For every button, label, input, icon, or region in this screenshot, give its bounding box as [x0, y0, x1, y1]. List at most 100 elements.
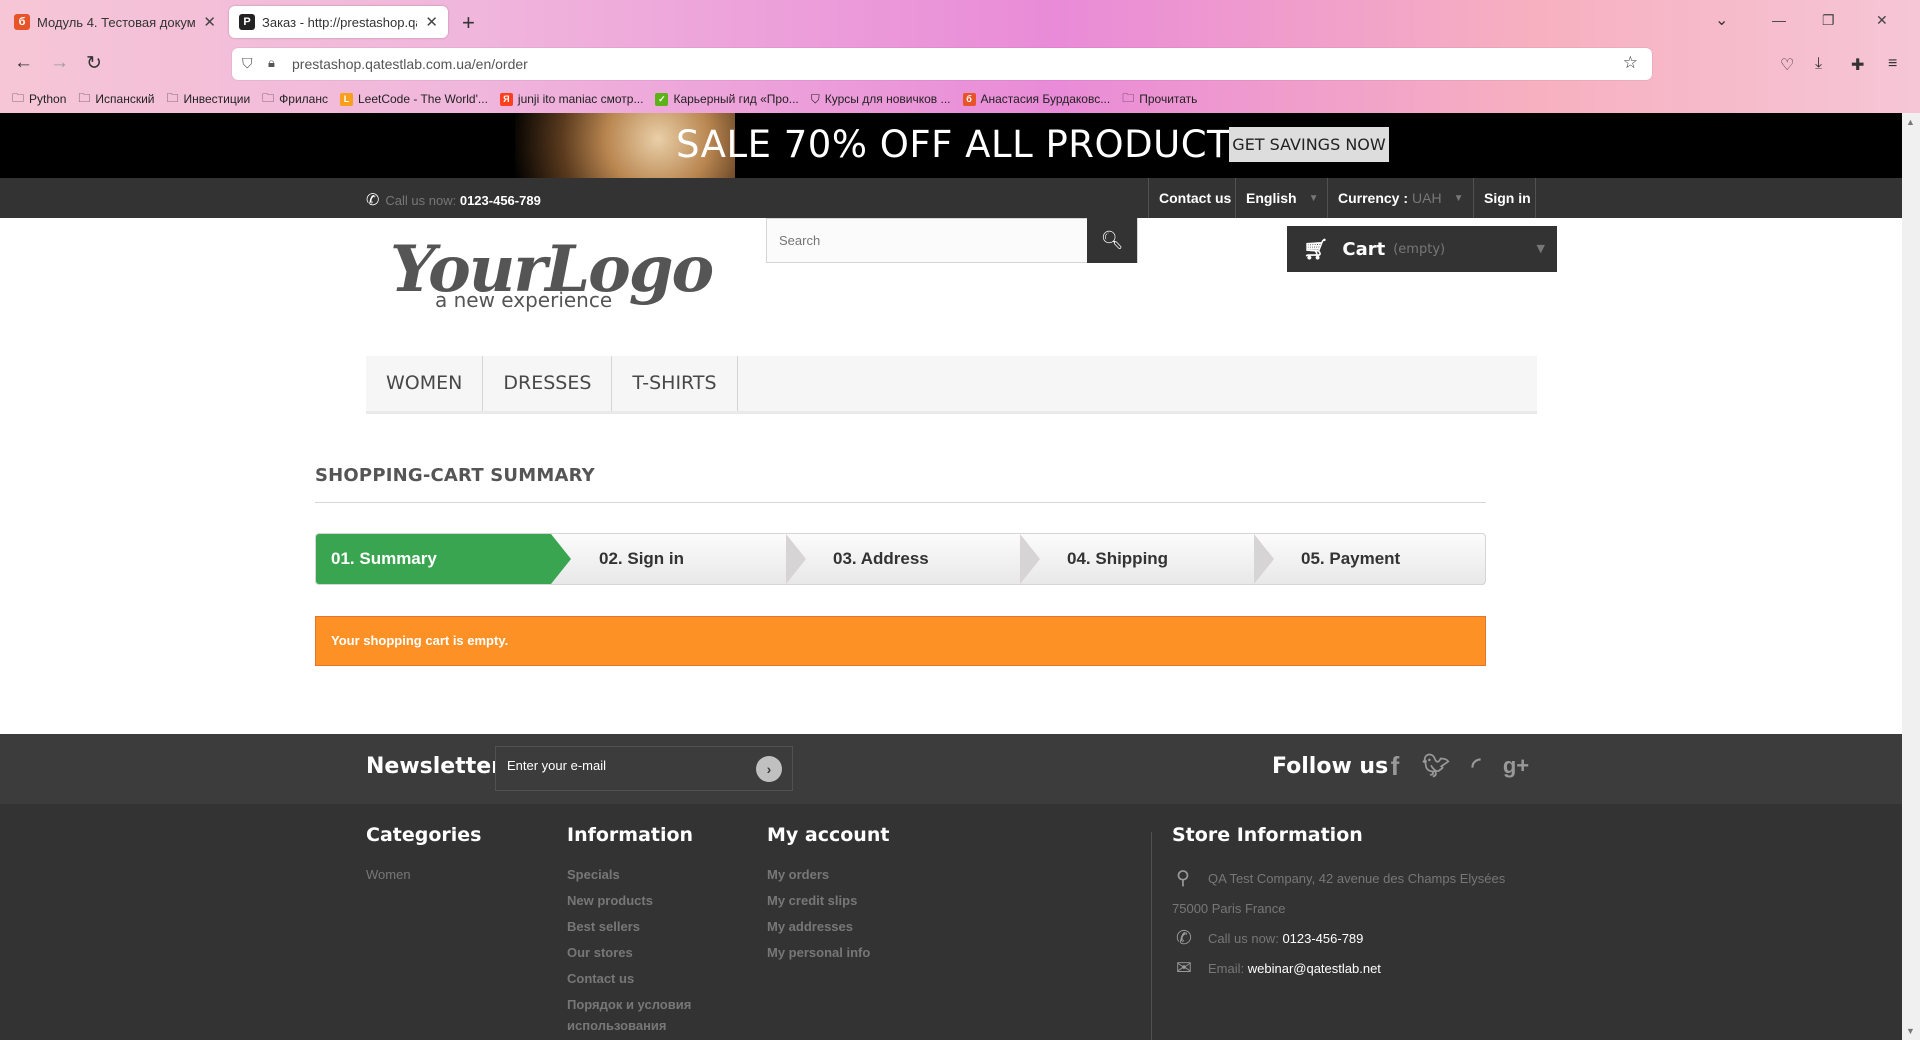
bookmarks-bar: 🗀︎ Python 🗀︎ Испанский 🗀︎ Инвестиции 🗀︎ Фрил…	[0, 86, 1920, 112]
close-icon[interactable]: ✕	[425, 13, 438, 31]
footer-link[interactable]: My credit slips	[767, 888, 889, 914]
footer-heading: My account	[767, 824, 890, 846]
footer-link[interactable]: Contact us	[567, 966, 693, 992]
back-icon[interactable]: ←	[14, 52, 33, 74]
tab-title: Модуль 4. Тестовая документа	[37, 14, 196, 30]
footer-link[interactable]: My addresses	[767, 914, 889, 940]
site-logo[interactable]: YourLogo a new experience	[390, 238, 714, 318]
step-summary[interactable]: 01. Summary	[316, 534, 551, 584]
favicon-orange-icon: б	[962, 92, 976, 106]
contact-us-link[interactable]: Contact us	[1148, 178, 1241, 218]
rss-icon[interactable]: ◜	[1460, 749, 1492, 783]
tab-module4[interactable]: б Модуль 4. Тестовая документа ✕	[4, 6, 226, 38]
step-arrow	[786, 534, 806, 584]
bookmark-spanish[interactable]: 🗀︎ Испанский	[78, 89, 154, 110]
footer-link[interactable]: Our stores	[567, 940, 693, 966]
shield-icon[interactable]: ⛉	[242, 55, 253, 72]
forward-icon[interactable]: →	[50, 52, 69, 74]
bookmark-investments[interactable]: 🗀︎ Инвестиции	[166, 89, 250, 110]
sign-in-link[interactable]: Sign in	[1473, 178, 1536, 218]
footer-heading: Categories	[366, 824, 482, 846]
footer-link[interactable]: My personal info	[767, 940, 889, 966]
footer-link[interactable]: Women	[366, 862, 481, 888]
new-tab-button[interactable]: +	[462, 10, 475, 36]
footer-link[interactable]: My orders	[767, 862, 889, 888]
download-icon[interactable]: ⤓	[1815, 55, 1822, 73]
extensions-icon[interactable]: ✚	[1851, 55, 1864, 75]
cart-icon: 🛒︎	[1303, 237, 1329, 261]
bookmark-star-icon[interactable]: ☆	[1623, 53, 1638, 73]
divider	[315, 502, 1486, 503]
browser-chrome: б Модуль 4. Тестовая документа ✕ P Заказ…	[0, 0, 1920, 113]
step-address[interactable]: 03. Address	[805, 534, 1035, 584]
close-icon[interactable]: ✕	[203, 13, 216, 31]
tab-bar: б Модуль 4. Тестовая документа ✕ P Заказ…	[0, 0, 1920, 44]
minimize-icon[interactable]: —	[1772, 12, 1786, 28]
main-menu: WOMEN DRESSES T-SHIRTS	[366, 356, 1537, 414]
lock-icon[interactable]: 🔒︎	[268, 55, 275, 71]
currency-select[interactable]: Currency : UAH ▼	[1327, 178, 1467, 218]
tab-title: Заказ - http://prestashop.qates	[262, 14, 417, 30]
cart-button[interactable]: 🛒︎ Cart (empty) ▼	[1287, 226, 1557, 272]
bookmark-freelance[interactable]: 🗀︎ Фриланс	[262, 89, 328, 110]
facebook-icon[interactable]: f	[1379, 749, 1411, 783]
footer-link[interactable]: Best sellers	[567, 914, 693, 940]
step-arrow	[551, 534, 571, 584]
store-information: Store Information ⚲ QA Test Company, 42 a…	[1172, 824, 1505, 984]
newsletter-title: Newsletter	[366, 754, 503, 779]
tab-order[interactable]: P Заказ - http://prestashop.qates ✕	[229, 6, 448, 38]
bookmark-read[interactable]: 🗀︎ Прочитать	[1122, 89, 1197, 110]
twitter-icon[interactable]: 🐦︎	[1420, 749, 1452, 783]
bookmark-junji[interactable]: Яjunji ito maniac смотр...	[499, 92, 643, 106]
empty-cart-alert: Your shopping cart is empty.	[315, 616, 1486, 666]
pocket-icon[interactable]: ♡	[1780, 55, 1794, 75]
language-select[interactable]: English ▼	[1235, 178, 1326, 218]
google-plus-icon[interactable]: g+	[1500, 749, 1532, 783]
newsletter-input[interactable]: Enter your e-mail ›	[495, 746, 793, 791]
menu-icon[interactable]: ≡	[1888, 55, 1897, 73]
email-link[interactable]: webinar@qatestlab.net	[1248, 961, 1381, 976]
scroll-down-icon[interactable]: ▼	[1906, 1026, 1915, 1036]
footer-link[interactable]: Порядок и условия	[567, 992, 693, 1018]
address-line: 75000 Paris France	[1172, 901, 1286, 916]
step-sign-in[interactable]: 02. Sign in	[571, 534, 784, 584]
menu-item-women[interactable]: WOMEN	[366, 356, 484, 411]
bookmark-career[interactable]: ✓ Карьерный гид «Про...	[655, 92, 799, 106]
bookmark-anastasia[interactable]: б Анастасия Бурдаковс...	[962, 92, 1110, 106]
scrollbar[interactable]: ▲ ▼	[1902, 113, 1920, 1040]
menu-item-tshirts[interactable]: T-SHIRTS	[612, 356, 738, 411]
url-text[interactable]: prestashop.qatestlab.com.ua/en/order	[292, 56, 528, 72]
sale-banner[interactable]: SALE 70% OFF ALL PRODUCTS GET SAVINGS NO…	[0, 113, 1902, 178]
footer-link[interactable]: использования	[567, 1018, 693, 1034]
close-window-icon[interactable]: ✕	[1876, 12, 1888, 29]
get-savings-button[interactable]: GET SAVINGS NOW	[1229, 127, 1389, 162]
phone-icon: ✆	[366, 192, 380, 209]
address-bar[interactable]: ⛉ 🔒︎ prestashop.qatestlab.com.ua/en/orde…	[232, 48, 1652, 80]
bookmark-python[interactable]: 🗀︎ Python	[12, 89, 66, 110]
search-button[interactable]: 🔍︎	[1087, 218, 1137, 263]
bookmark-label: Испанский	[95, 92, 155, 106]
tab-list-chevron-icon[interactable]: ⌄	[1715, 10, 1728, 30]
phone-icon: ✆	[1176, 928, 1192, 949]
footer-link[interactable]: New products	[567, 888, 693, 914]
footer-account: My account My orders My credit slips My …	[767, 824, 889, 966]
footer-link[interactable]: Specials	[567, 862, 693, 888]
newsletter-submit-icon[interactable]: ›	[756, 756, 782, 782]
bookmark-courses[interactable]: ⛉ Курсы для новичков ...	[811, 92, 951, 107]
chevron-down-icon: ▼	[1453, 192, 1464, 204]
folder-icon: 🗀︎	[166, 90, 179, 105]
search-input[interactable]	[767, 219, 1085, 262]
bookmark-label: Курсы для новичков ...	[824, 92, 951, 106]
scroll-up-icon[interactable]: ▲	[1906, 117, 1915, 127]
bookmark-leetcode[interactable]: L LeetCode - The World'...	[339, 92, 488, 106]
menu-item-dresses[interactable]: DRESSES	[483, 356, 613, 411]
bookmark-label: Карьерный гид «Про...	[673, 92, 799, 106]
banner-headline: SALE 70% OFF ALL PRODUCTS	[676, 123, 1255, 166]
restore-icon[interactable]: ❐	[1822, 12, 1835, 29]
step-shipping[interactable]: 04. Shipping	[1039, 534, 1269, 584]
step-payment[interactable]: 05. Payment	[1273, 534, 1485, 584]
bookmark-label: Инвестиции	[183, 92, 251, 106]
call-label: Call us now:	[385, 193, 457, 208]
reload-icon[interactable]: ↻	[86, 52, 102, 75]
follow-us-title: Follow us	[1272, 754, 1389, 779]
